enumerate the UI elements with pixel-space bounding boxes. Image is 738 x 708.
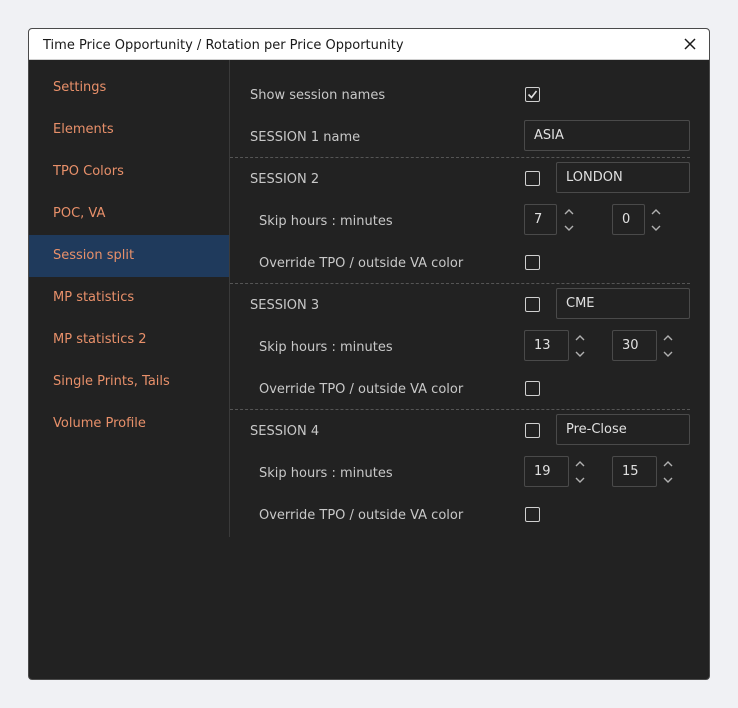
settings-sidebar: Settings Elements TPO Colors POC, VA Ses… bbox=[29, 60, 230, 537]
session3-minutes-input[interactable]: 30 bbox=[612, 330, 657, 361]
dialog-title: Time Price Opportunity / Rotation per Pr… bbox=[43, 38, 404, 53]
divider bbox=[230, 283, 690, 284]
close-icon[interactable] bbox=[679, 33, 701, 55]
session4-override-label: Override TPO / outside VA color bbox=[259, 508, 464, 523]
divider bbox=[230, 409, 690, 410]
sidebar-item-poc-va[interactable]: POC, VA bbox=[29, 193, 229, 235]
session2-minutes-input[interactable]: 0 bbox=[612, 204, 645, 235]
sidebar-item-single-prints-tails[interactable]: Single Prints, Tails bbox=[29, 361, 229, 403]
session2-name-input[interactable]: LONDON bbox=[556, 162, 690, 193]
session4-override-checkbox[interactable] bbox=[525, 507, 540, 522]
session2-checkbox[interactable] bbox=[525, 171, 540, 186]
session3-override-checkbox[interactable] bbox=[525, 381, 540, 396]
sidebar-item-volume-profile[interactable]: Volume Profile bbox=[29, 403, 229, 445]
show-session-names-checkbox[interactable] bbox=[525, 87, 540, 102]
sidebar-item-settings[interactable]: Settings bbox=[29, 67, 229, 109]
session2-minutes-stepper[interactable] bbox=[649, 206, 663, 234]
session4-skip-label: Skip hours : minutes bbox=[259, 466, 393, 481]
session3-skip-label: Skip hours : minutes bbox=[259, 340, 393, 355]
session4-name-input[interactable]: Pre-Close bbox=[556, 414, 690, 445]
session-split-panel: Show session names SESSION 1 name ASIA S… bbox=[230, 60, 709, 679]
sidebar-item-elements[interactable]: Elements bbox=[29, 109, 229, 151]
session3-checkbox[interactable] bbox=[525, 297, 540, 312]
session3-minutes-stepper[interactable] bbox=[661, 332, 675, 360]
sidebar-item-tpo-colors[interactable]: TPO Colors bbox=[29, 151, 229, 193]
session4-label: SESSION 4 bbox=[250, 424, 320, 439]
session2-override-label: Override TPO / outside VA color bbox=[259, 256, 464, 271]
show-session-names-label: Show session names bbox=[250, 88, 386, 103]
session4-hours-stepper[interactable] bbox=[573, 458, 587, 486]
sidebar-item-mp-statistics-2[interactable]: MP statistics 2 bbox=[29, 319, 229, 361]
session3-hours-stepper[interactable] bbox=[573, 332, 587, 360]
session3-name-input[interactable]: CME bbox=[556, 288, 690, 319]
session1-name-label: SESSION 1 name bbox=[250, 130, 361, 145]
session2-label: SESSION 2 bbox=[250, 172, 320, 187]
session4-minutes-input[interactable]: 15 bbox=[612, 456, 657, 487]
session2-hours-stepper[interactable] bbox=[562, 206, 576, 234]
dialog-titlebar: Time Price Opportunity / Rotation per Pr… bbox=[29, 29, 709, 60]
session4-checkbox[interactable] bbox=[525, 423, 540, 438]
sidebar-item-mp-statistics[interactable]: MP statistics bbox=[29, 277, 229, 319]
session3-label: SESSION 3 bbox=[250, 298, 320, 313]
session4-minutes-stepper[interactable] bbox=[661, 458, 675, 486]
sidebar-item-session-split[interactable]: Session split bbox=[29, 235, 229, 277]
settings-dialog: Time Price Opportunity / Rotation per Pr… bbox=[28, 28, 710, 680]
session2-hours-input[interactable]: 7 bbox=[524, 204, 557, 235]
divider bbox=[230, 157, 690, 158]
session2-override-checkbox[interactable] bbox=[525, 255, 540, 270]
session1-name-input[interactable]: ASIA bbox=[524, 120, 690, 151]
session4-hours-input[interactable]: 19 bbox=[524, 456, 569, 487]
session3-override-label: Override TPO / outside VA color bbox=[259, 382, 464, 397]
session2-skip-label: Skip hours : minutes bbox=[259, 214, 393, 229]
session3-hours-input[interactable]: 13 bbox=[524, 330, 569, 361]
